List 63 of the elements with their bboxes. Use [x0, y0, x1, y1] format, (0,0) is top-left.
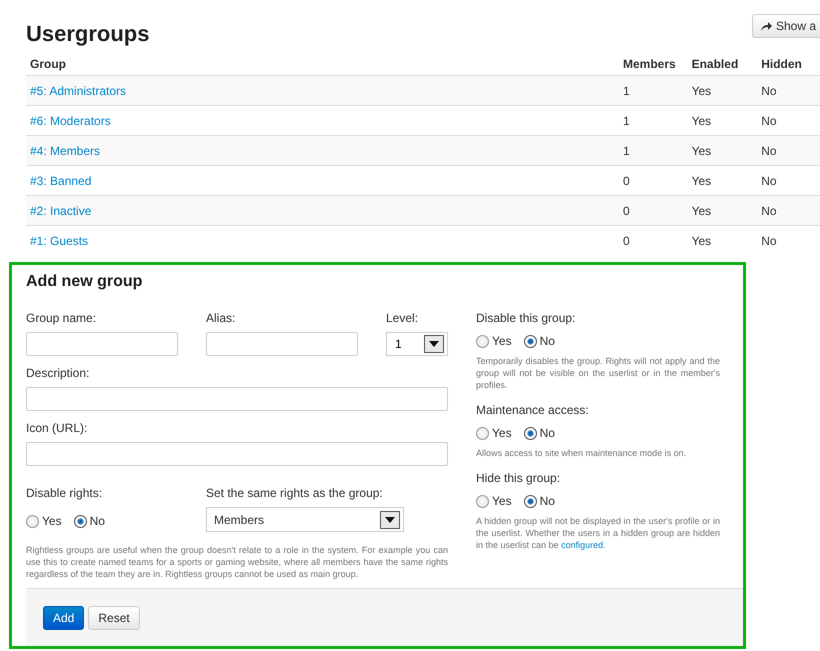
radio-option[interactable]: No: [524, 424, 555, 442]
reset-button[interactable]: Reset: [88, 606, 140, 630]
field-label: Icon (URL):: [26, 420, 88, 437]
group-link[interactable]: #5: Administrators: [30, 84, 126, 98]
field-label: Maintenance access:: [476, 402, 590, 419]
table-cell-text: Yes: [692, 172, 712, 190]
group-link[interactable]: #1: Guests: [30, 234, 88, 248]
table-cell-text: 1: [622, 112, 631, 130]
page-title: Usergroups: [26, 20, 150, 48]
input-field[interactable]: [26, 387, 448, 411]
field-label: Group name:: [26, 310, 98, 327]
table-cell-text: 1: [622, 82, 631, 100]
level-select[interactable]: 1: [386, 332, 448, 356]
table-cell-text: 1: [622, 142, 631, 160]
table-cell-text: Yes: [692, 142, 712, 160]
table-cell-text: 0: [622, 233, 631, 250]
group-link[interactable]: #3: Banned: [30, 174, 92, 188]
configured-link[interactable]: configured: [561, 540, 604, 550]
table-cell-text: No: [761, 142, 778, 160]
radio-option[interactable]: No: [524, 492, 555, 510]
table-cell-text: Yes: [692, 112, 712, 130]
field-label: Disable rights:: [26, 485, 104, 502]
hint-text: Allows access to site when maintenance mode is on.: [476, 447, 688, 459]
form-title: Add new group: [25, 272, 144, 292]
field-label: Level:: [386, 310, 420, 327]
input-field[interactable]: [206, 332, 358, 356]
table-cell-text: No: [761, 172, 778, 190]
table-cell-text: Yes: [692, 202, 712, 220]
table-cell-text: No: [761, 82, 778, 100]
show-button[interactable]: Show a: [752, 14, 820, 38]
radio-option[interactable]: No: [524, 332, 555, 350]
table-cell-text: 0: [622, 202, 631, 220]
hint-text: Temporarily disables the group. Rights will not apply and the group will not be visible on the userlist or in the member's profiles.: [476, 355, 720, 391]
share-arrow-icon: [760, 21, 772, 31]
radio-option[interactable]: Yes: [476, 332, 512, 350]
radio-option[interactable]: Yes: [476, 492, 512, 510]
group-link[interactable]: #4: Members: [30, 144, 100, 158]
hint-text: A hidden group will not be displayed in the user's profile or in the userlist. Whether the users in a hidden group are hidden in the userlist can be configured.: [476, 515, 720, 551]
radio-option[interactable]: Yes: [26, 512, 62, 530]
table-cell-text: 0: [622, 172, 631, 190]
input-field[interactable]: [26, 442, 448, 466]
radio-option[interactable]: Yes: [476, 424, 512, 442]
column-header: Members: [622, 56, 677, 72]
table-cell-text: No: [761, 202, 778, 220]
field-label: Set the same rights as the group:: [206, 485, 384, 502]
group-link[interactable]: #2: Inactive: [30, 204, 92, 218]
table-cell-text: No: [761, 233, 778, 250]
table-cell-text: Yes: [692, 82, 712, 100]
field-label: Hide this group:: [476, 470, 562, 487]
radio-option[interactable]: No: [74, 512, 105, 530]
column-header: Group: [29, 56, 67, 72]
field-label: Disable this group:: [476, 310, 576, 327]
field-label: Description:: [26, 365, 90, 382]
column-header: Enabled: [692, 56, 740, 72]
field-label: Alias:: [206, 310, 236, 327]
group-link[interactable]: #6: Moderators: [30, 114, 111, 128]
rights-select[interactable]: Members: [206, 507, 404, 532]
table-cell-text: Yes: [692, 233, 712, 250]
column-header: Hidden: [761, 56, 803, 72]
hint-text: Rightless groups are useful when the group doesn't relate to a role in the system. For example you can use this to create named teams for a sports or gaming website, where all members have the same rights regardless of the team they are in. Rightless groups cannot be used as main group.: [26, 544, 448, 580]
table-cell-text: No: [761, 112, 778, 130]
add-button[interactable]: Add: [43, 606, 84, 630]
input-field[interactable]: [26, 332, 178, 356]
